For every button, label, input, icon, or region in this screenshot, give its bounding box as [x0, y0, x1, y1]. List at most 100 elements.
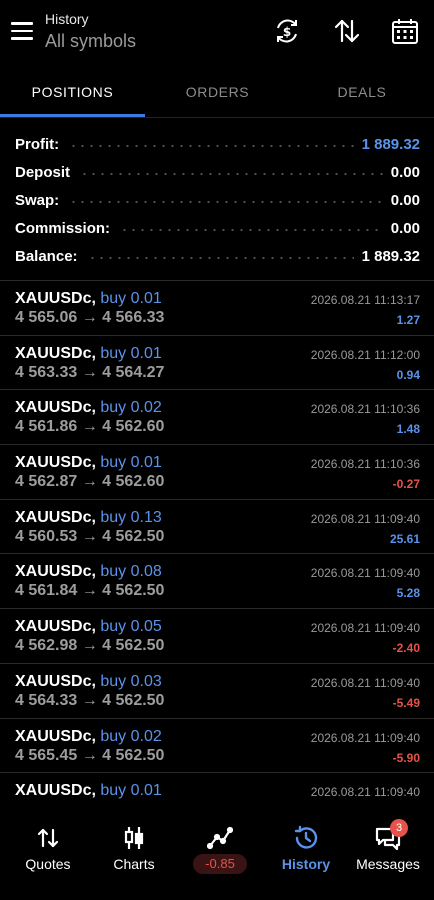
deal-symbol: XAUUSDc, buy 0.13 [15, 509, 162, 527]
balance-value: 1 889.32 [361, 247, 420, 265]
tab-positions[interactable]: POSITIONS [0, 72, 145, 118]
summary-label: Swap: [15, 191, 60, 209]
deal-row[interactable]: XAUUSDc, buy 0.01 4 562.87 → 4 562.60 2026… [0, 445, 434, 500]
symbol-name: XAUUSDc, [15, 727, 96, 745]
deal-prices: 4 561.84 → 4 562.50 [15, 582, 165, 600]
deal-symbol: XAUUSDc, buy 0.01 [15, 454, 162, 472]
nav-label: Charts [113, 856, 155, 872]
deal-symbol: XAUUSDc, buy 0.01 [15, 345, 162, 363]
hamburger-menu-icon[interactable] [11, 22, 33, 40]
title-block: History All symbols [45, 11, 136, 54]
commission-value: 0.00 [390, 219, 420, 237]
symbol-name: XAUUSDc, [15, 782, 96, 800]
deal-time: 2026.08.21 11:10:36 [310, 457, 420, 472]
symbol-filter-label[interactable]: All symbols [45, 28, 136, 54]
deal-side-volume: buy 0.13 [100, 508, 162, 526]
nav-messages[interactable]: 3 Messages [345, 805, 431, 900]
deal-time: 2026.08.21 11:09:40 [310, 566, 420, 581]
deal-prices: 4 562.98 → 4 562.50 [15, 637, 165, 655]
deal-profit: 25.61 [389, 531, 420, 546]
deal-symbol: XAUUSDc, buy 0.08 [15, 563, 162, 581]
svg-text:$: $ [283, 25, 291, 39]
summary-label: Deposit [15, 163, 71, 181]
deal-prices: 4 565.45 → 4 562.50 [15, 746, 165, 764]
deal-profit: -2.40 [392, 641, 420, 656]
deal-time: 2026.08.21 11:09:40 [310, 675, 420, 690]
candlestick-icon [121, 825, 147, 851]
summary-row-swap: Swap: 0.00 [0, 186, 434, 214]
deal-row[interactable]: XAUUSDc, buy 0.03 4 564.33 → 4 562.50 2026… [0, 664, 434, 719]
positions-list: XAUUSDc, buy 0.01 4 565.06 → 4 566.33 2026… [0, 280, 434, 828]
top-bar: History All symbols $ [0, 0, 434, 64]
currency-refresh-icon[interactable]: $ [272, 16, 302, 46]
symbol-name: XAUUSDc, [15, 508, 96, 526]
deal-row[interactable]: XAUUSDc, buy 0.02 4 565.45 → 4 562.50 2026… [0, 719, 434, 774]
deal-side-volume: buy 0.03 [100, 672, 162, 690]
tab-orders[interactable]: ORDERS [145, 72, 290, 118]
nav-charts[interactable]: Charts [91, 805, 177, 900]
sort-icon[interactable] [332, 16, 362, 46]
nav-history[interactable]: History [263, 805, 349, 900]
deal-row[interactable]: XAUUSDc, buy 0.05 4 562.98 → 4 562.50 2026… [0, 609, 434, 664]
dotted-leader [69, 201, 383, 203]
summary-row-deposit: Deposit 0.00 [0, 158, 434, 186]
deal-side-volume: buy 0.02 [100, 399, 162, 417]
deal-prices: 4 565.06 → 4 566.33 [15, 309, 165, 326]
deal-row[interactable]: XAUUSDc, buy 0.13 4 560.53 → 4 562.50 2026… [0, 500, 434, 555]
deal-symbol: XAUUSDc, buy 0.05 [15, 618, 162, 636]
bottom-navigation: Quotes Charts -0.85 History 3 Messages [0, 805, 434, 900]
deal-time: 2026.08.21 11:13:17 [310, 293, 420, 307]
nav-trade[interactable]: -0.85 [177, 805, 263, 900]
nav-label: Messages [356, 856, 420, 872]
deal-side-volume: buy 0.01 [100, 454, 162, 472]
symbol-name: XAUUSDc, [15, 399, 96, 417]
trade-line-icon [206, 825, 234, 851]
symbol-name: XAUUSDc, [15, 618, 96, 636]
deal-time: 2026.08.21 11:09:40 [310, 621, 420, 636]
deal-symbol: XAUUSDc, buy 0.01 [15, 290, 162, 308]
deal-row[interactable]: XAUUSDc, buy 0.01 4 563.33 → 4 564.27 2026… [0, 336, 434, 391]
deal-side-volume: buy 0.01 [100, 782, 162, 800]
account-summary: Profit: 1 889.32 Deposit 0.00 Swap: 0.00… [0, 130, 434, 270]
deal-side-volume: buy 0.08 [100, 563, 162, 581]
summary-row-commission: Commission: 0.00 [0, 214, 434, 242]
deal-row[interactable]: XAUUSDc, buy 0.08 4 561.84 → 4 562.50 2026… [0, 554, 434, 610]
symbol-name: XAUUSDc, [15, 290, 96, 307]
calendar-icon[interactable] [390, 16, 420, 46]
history-tabs: POSITIONS ORDERS DEALS [0, 72, 434, 118]
deal-side-volume: buy 0.02 [100, 727, 162, 745]
deal-row[interactable]: XAUUSDc, buy 0.01 4 565.06 → 4 566.33 2026… [0, 281, 434, 336]
deposit-value: 0.00 [390, 163, 420, 181]
floating-pnl-badge: -0.85 [193, 854, 247, 874]
deal-profit: 5.28 [396, 586, 420, 601]
nav-label: History [281, 856, 331, 872]
nav-label: Quotes [25, 856, 71, 872]
dotted-leader [69, 145, 354, 147]
tab-deals[interactable]: DEALS [290, 72, 434, 118]
deal-time: 2026.08.21 11:09:40 [310, 730, 420, 745]
symbol-name: XAUUSDc, [15, 454, 96, 472]
deal-time: 2026.08.21 11:10:36 [310, 402, 420, 417]
deal-side-volume: buy 0.01 [100, 344, 162, 362]
deal-prices: 4 562.87 → 4 562.60 [15, 473, 165, 491]
deal-profit: 1.27 [396, 313, 420, 327]
deal-row[interactable]: XAUUSDc, buy 0.02 4 561.86 → 4 562.60 2026… [0, 390, 434, 446]
deal-profit: -0.27 [392, 477, 420, 492]
deal-time: 2026.08.21 11:09:40 [310, 785, 420, 800]
nav-quotes[interactable]: Quotes [5, 805, 91, 900]
history-clock-icon [293, 825, 319, 851]
deal-symbol: XAUUSDc, buy 0.02 [15, 728, 162, 746]
deal-profit: 0.94 [396, 367, 420, 382]
deal-prices: 4 560.53 → 4 562.50 [15, 527, 165, 545]
deal-prices: 4 564.33 → 4 562.50 [15, 691, 165, 709]
deal-time: 2026.08.21 11:09:40 [310, 511, 420, 526]
deal-side-volume: buy 0.01 [100, 290, 162, 307]
deal-symbol: XAUUSDc, buy 0.01 [15, 782, 162, 800]
deal-profit: -5.90 [392, 750, 420, 765]
page-title: History [45, 11, 89, 27]
dotted-leader [120, 229, 383, 231]
symbol-name: XAUUSDc, [15, 344, 96, 362]
deal-symbol: XAUUSDc, buy 0.02 [15, 399, 162, 417]
dotted-leader [87, 257, 354, 259]
summary-row-balance: Balance: 1 889.32 [0, 242, 434, 270]
